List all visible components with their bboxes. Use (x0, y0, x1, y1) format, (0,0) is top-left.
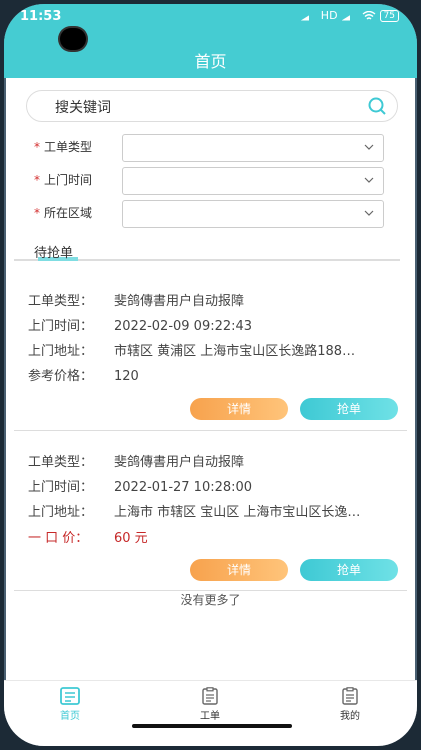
order-time-line: 上门时间： 2022-01-27 10:28:00 (28, 480, 253, 495)
time-select[interactable] (122, 167, 384, 195)
order-card: 工单类型： 斐鸽傳書用户自动报障 上门时间： 2022-02-09 09:22:43… (14, 280, 407, 430)
nav-home[interactable]: 首页 (30, 687, 110, 722)
form-row-type: * 工单类型 (4, 134, 417, 162)
search-placeholder: 搜关键词 (55, 100, 111, 116)
nav-mine[interactable]: 我的 (310, 687, 390, 722)
chevron-down-icon (364, 177, 374, 183)
order-price-line: 一 口 价： 60 元 (28, 531, 148, 546)
order-type-line: 工单类型： 斐鸽傳書用户自动报障 (28, 294, 245, 309)
card-separator (14, 430, 407, 431)
clipboard-icon (202, 687, 218, 705)
app-header: 11:53 HD 75 首页 (4, 4, 417, 78)
order-type-line: 工单类型： 斐鸽傳書用户自动报障 (28, 455, 245, 470)
type-select[interactable] (122, 134, 384, 162)
battery-icon: 75 (379, 9, 399, 22)
chevron-down-icon (364, 210, 374, 216)
area-select[interactable] (122, 200, 384, 228)
profile-doc-icon (342, 687, 358, 705)
order-time-line: 上门时间： 2022-02-09 09:22:43 (28, 319, 253, 334)
phone-screen: 11:53 HD 75 首页 搜关键词 *工单类型 *上门时间 *所在区域 (4, 4, 417, 746)
detail-button[interactable]: 详情 (190, 559, 288, 581)
area-label: * 所在区域 (34, 206, 93, 220)
order-price-line: 参考价格： 120 (28, 369, 139, 384)
nav-home-label: 首页 (60, 711, 80, 722)
grab-order-button[interactable]: 抢单 (300, 398, 398, 420)
status-icons: HD 75 (300, 9, 399, 22)
nav-mine-label: 我的 (340, 711, 360, 722)
home-list-icon (60, 687, 80, 705)
grab-order-button[interactable]: 抢单 (300, 559, 398, 581)
type-label: * 工单类型 (34, 140, 93, 154)
signal-icon (300, 10, 317, 21)
nav-orders[interactable]: 工单 (170, 687, 250, 722)
no-more-text: 没有更多了 (180, 593, 241, 607)
time-label: * 上门时间 (34, 173, 93, 187)
home-indicator (132, 724, 292, 728)
camera-cutout (60, 28, 86, 50)
bottom-nav: 首页 工单 我的 (4, 680, 417, 746)
form-row-time: * 上门时间 (4, 167, 417, 195)
network-label: HD (320, 9, 338, 22)
chevron-down-icon (364, 144, 374, 150)
order-card: 工单类型： 斐鸽傳書用户自动报障 上门时间： 2022-01-27 10:28:00… (14, 441, 407, 591)
status-time: 11:53 (20, 9, 62, 24)
wifi-icon (362, 10, 375, 20)
nav-orders-label: 工单 (200, 711, 220, 722)
search-icon[interactable] (367, 96, 387, 116)
detail-button[interactable]: 详情 (190, 398, 288, 420)
signal-icon-2 (341, 10, 358, 21)
page-title: 首页 (194, 52, 227, 71)
order-address-line: 上门地址： 上海市 市辖区 宝山区 上海市宝山区长逸… (28, 505, 361, 520)
form-row-area: * 所在区域 (4, 200, 417, 228)
tab-pending-orders[interactable]: 待抢单 (34, 242, 73, 261)
search-input[interactable]: 搜关键词 (26, 90, 398, 122)
order-address-line: 上门地址： 市辖区 黄浦区 上海市宝山区长逸路188… (28, 344, 356, 359)
